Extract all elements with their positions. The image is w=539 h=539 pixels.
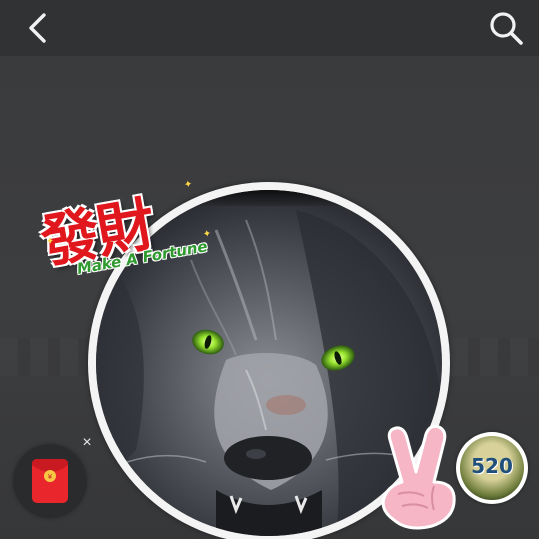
- svg-text:¥: ¥: [48, 473, 53, 481]
- back-button[interactable]: [18, 8, 58, 48]
- top-bar: [0, 0, 539, 56]
- peace-hand-sticker: [372, 420, 464, 532]
- badge-image: 520: [460, 436, 524, 500]
- red-envelope-icon: ¥: [32, 459, 68, 503]
- badge-text: 520: [471, 454, 513, 478]
- chevron-left-icon: [29, 13, 46, 43]
- close-red-packet-button[interactable]: ×: [78, 434, 96, 452]
- badge-520-button[interactable]: 520: [456, 432, 528, 504]
- sparkle-icon: ✦: [202, 228, 213, 241]
- red-packet-button[interactable]: ¥: [14, 445, 86, 517]
- peace-hand-icon: [381, 424, 456, 530]
- screen: 發財 Make A Fortune ✦ ✦ ✦ ¥ × 520: [0, 0, 539, 539]
- search-button[interactable]: [486, 8, 526, 48]
- search-icon: [490, 12, 523, 45]
- sparkle-icon: ✦: [45, 235, 56, 248]
- sparkle-icon: ✦: [183, 178, 194, 192]
